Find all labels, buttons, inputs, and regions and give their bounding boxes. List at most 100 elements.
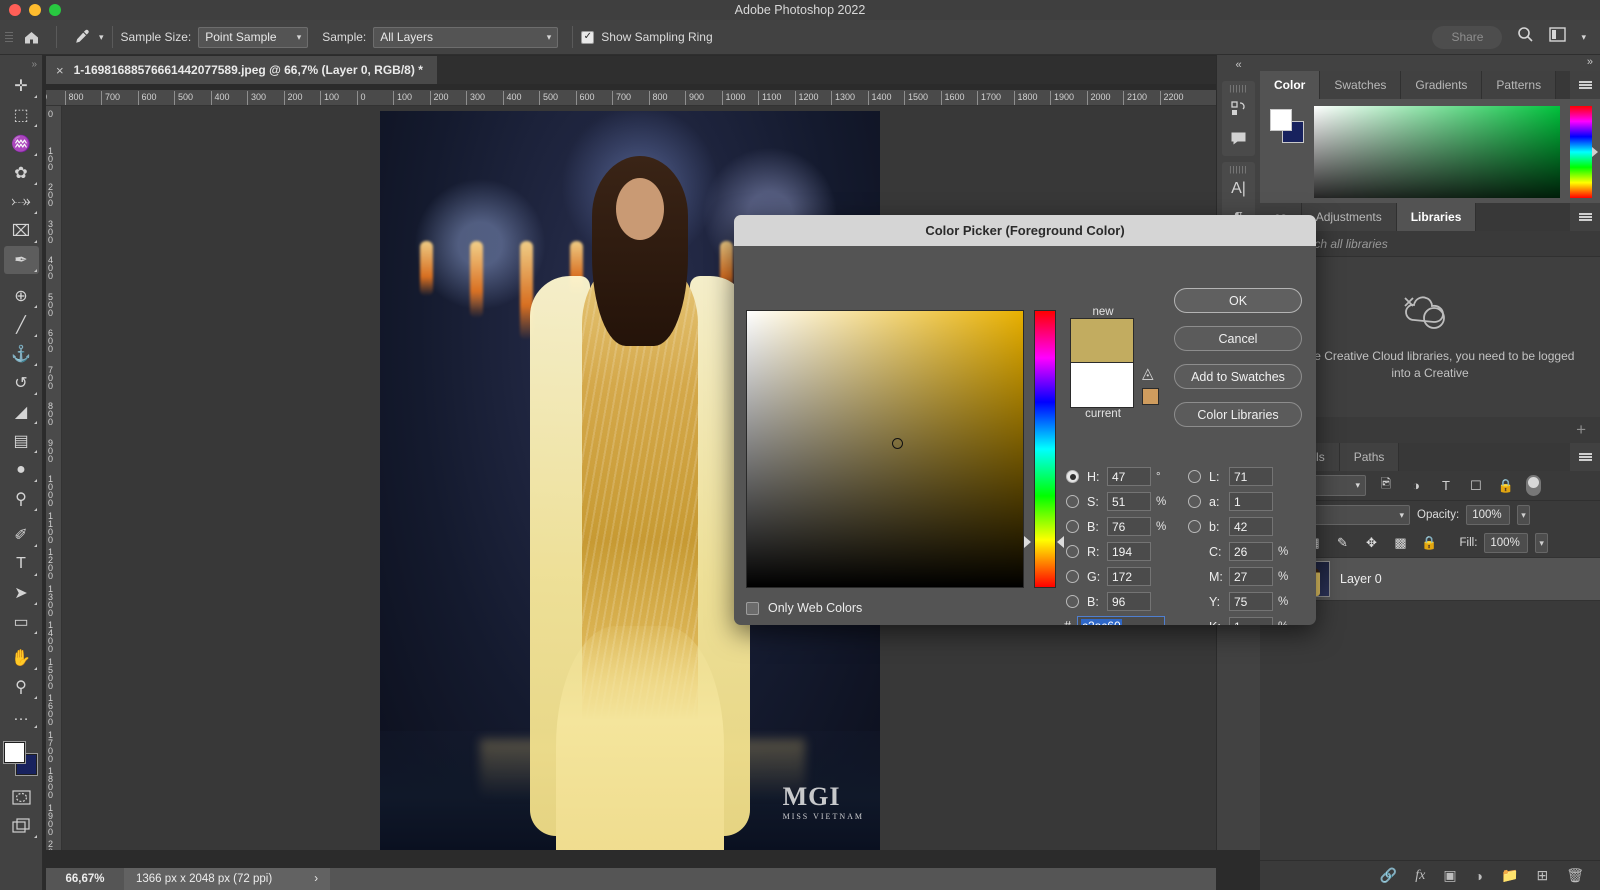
hue-slider[interactable] (1034, 310, 1056, 588)
ok-button[interactable]: OK (1174, 288, 1302, 313)
eyedropper-tool[interactable]: ✒ (3, 246, 39, 274)
eyedropper-preset-caret[interactable]: ▾ (99, 32, 104, 43)
new-color-swatch[interactable] (1070, 318, 1134, 363)
type-filter-icon[interactable]: T (1436, 478, 1456, 493)
filter-toggle-switch[interactable] (1526, 475, 1541, 496)
field-input[interactable]: 76 (1107, 517, 1151, 536)
adjustment-layer-icon[interactable]: ◑ (1475, 868, 1483, 884)
eyedropper-icon[interactable] (65, 20, 99, 54)
field-input[interactable]: 42 (1229, 517, 1273, 536)
document-dimensions[interactable]: 1366 px x 2048 px (72 ppi) › (124, 868, 331, 890)
field-input[interactable]: 71 (1229, 467, 1273, 486)
history-icon[interactable] (1222, 93, 1255, 123)
status-expand-icon[interactable]: › (314, 873, 318, 885)
rail-grip[interactable]: |||||| (1222, 165, 1255, 174)
in-gamut-color-swatch[interactable] (1142, 388, 1159, 405)
screen-mode-icon[interactable] (4, 812, 39, 840)
opacity-stepper-icon[interactable]: ▾ (1517, 505, 1530, 525)
color-panel[interactable] (1260, 99, 1600, 203)
pen-tool[interactable]: ✐ (4, 521, 39, 549)
zoom-tool[interactable]: ⚲ (4, 673, 39, 701)
field-input[interactable]: 27 (1229, 567, 1273, 586)
lock-artboard-icon[interactable]: ▩ (1390, 535, 1412, 551)
add-mask-icon[interactable]: ▣ (1443, 867, 1456, 884)
lock-image-icon[interactable]: ✎ (1332, 535, 1354, 551)
color-field-cursor[interactable] (892, 438, 903, 449)
type-tool[interactable]: T (4, 550, 39, 578)
crop-tool[interactable]: ⤐ (4, 188, 39, 216)
brush-tool[interactable]: ╱ (4, 311, 39, 339)
opacity-value[interactable]: 100% (1466, 505, 1511, 525)
expand-panels-icon[interactable]: » (1260, 55, 1600, 71)
field-input[interactable]: 172 (1107, 567, 1151, 586)
history-brush-tool[interactable]: ↺ (4, 369, 39, 397)
close-icon[interactable]: × (56, 63, 64, 78)
dodge-tool[interactable]: ⚲ (4, 485, 39, 513)
panel-menu-icon[interactable] (1570, 71, 1600, 99)
home-icon[interactable] (14, 20, 48, 54)
color-model-radio[interactable] (1188, 520, 1201, 533)
field-input[interactable]: 1 (1229, 492, 1273, 511)
tab-paths[interactable]: Paths (1339, 443, 1400, 471)
adjustment-filter-icon[interactable]: ◑ (1406, 478, 1426, 493)
add-library-icon[interactable]: + (1576, 420, 1586, 440)
fx-icon[interactable]: fx (1415, 868, 1425, 884)
tab-gradients[interactable]: Gradients (1401, 71, 1483, 99)
color-model-radio[interactable] (1066, 520, 1079, 533)
color-model-radio[interactable] (1188, 495, 1201, 508)
eraser-tool[interactable]: ◢ (4, 398, 39, 426)
show-sampling-ring-checkbox[interactable]: ✓ Show Sampling Ring (581, 30, 713, 44)
fill-value[interactable]: 100% (1484, 533, 1529, 553)
tab-patterns[interactable]: Patterns (1482, 71, 1557, 99)
quick-mask-icon[interactable] (4, 783, 39, 811)
workspace-icon[interactable] (1549, 27, 1567, 47)
search-icon[interactable] (1517, 26, 1534, 48)
blur-tool[interactable]: ● (4, 456, 39, 484)
clone-stamp-tool[interactable]: ⚓ (4, 340, 39, 368)
field-input[interactable]: 194 (1107, 542, 1151, 561)
color-model-radio[interactable] (1066, 470, 1079, 483)
field-input[interactable]: 96 (1107, 592, 1151, 611)
field-input[interactable]: 26 (1229, 542, 1273, 561)
add-to-swatches-button[interactable]: Add to Swatches (1174, 364, 1302, 389)
pixel-filter-icon[interactable]: 🖻 (1376, 475, 1396, 497)
field-input[interactable]: 75 (1229, 592, 1273, 611)
rail-grip[interactable]: |||||| (1222, 84, 1255, 93)
foreground-color-swatch[interactable] (4, 742, 25, 763)
document-tab[interactable]: × 1-16981688576661442077589.jpeg @ 66,7%… (46, 56, 437, 84)
foreground-background-color[interactable] (4, 742, 38, 775)
frame-tool[interactable]: ⌧ (4, 217, 39, 245)
color-model-radio[interactable] (1066, 570, 1079, 583)
lock-all-icon[interactable]: 🔒 (1419, 535, 1441, 551)
character-panel-icon[interactable]: A| (1222, 174, 1255, 204)
link-layers-icon[interactable]: 🔗 (1380, 867, 1397, 884)
tab-color[interactable]: Color (1260, 71, 1321, 99)
sample-size-select[interactable]: Point Sample ▾ (198, 26, 309, 48)
collapse-panels-icon[interactable]: « (1217, 55, 1260, 75)
color-libraries-button[interactable]: Color Libraries (1174, 402, 1302, 427)
comments-icon[interactable] (1222, 123, 1255, 153)
color-model-radio[interactable] (1066, 545, 1079, 558)
new-layer-icon[interactable]: ⊞ (1536, 867, 1548, 884)
rectangle-tool[interactable]: ▭ (4, 608, 39, 636)
panel-foreground-swatch[interactable] (1270, 109, 1292, 131)
color-panel-spectrum[interactable] (1314, 106, 1560, 198)
color-model-radio[interactable] (1066, 495, 1079, 508)
panel-color-swatches[interactable] (1270, 109, 1304, 143)
field-input[interactable]: 1 (1229, 617, 1273, 625)
zoom-level[interactable]: 66,67% (46, 873, 124, 885)
toolbox-grip[interactable]: » (0, 55, 42, 72)
fill-stepper-icon[interactable]: ▾ (1535, 533, 1548, 553)
delete-layer-icon[interactable]: 🗑 (1566, 867, 1584, 884)
shape-filter-icon[interactable]: ☐ (1466, 478, 1486, 494)
new-group-icon[interactable]: 📁 (1501, 867, 1518, 884)
color-model-radio[interactable] (1066, 595, 1079, 608)
edit-toolbar-tool[interactable]: … (4, 702, 39, 730)
options-bar-grip[interactable] (4, 30, 14, 44)
cancel-button[interactable]: Cancel (1174, 326, 1302, 351)
path-selection-tool[interactable]: ➤ (4, 579, 39, 607)
current-color-swatch[interactable] (1070, 363, 1134, 408)
only-web-colors-checkbox[interactable]: Only Web Colors (746, 601, 862, 615)
panel-menu-icon[interactable] (1570, 443, 1600, 471)
rectangular-marquee-tool[interactable]: ⬚ (4, 101, 39, 129)
